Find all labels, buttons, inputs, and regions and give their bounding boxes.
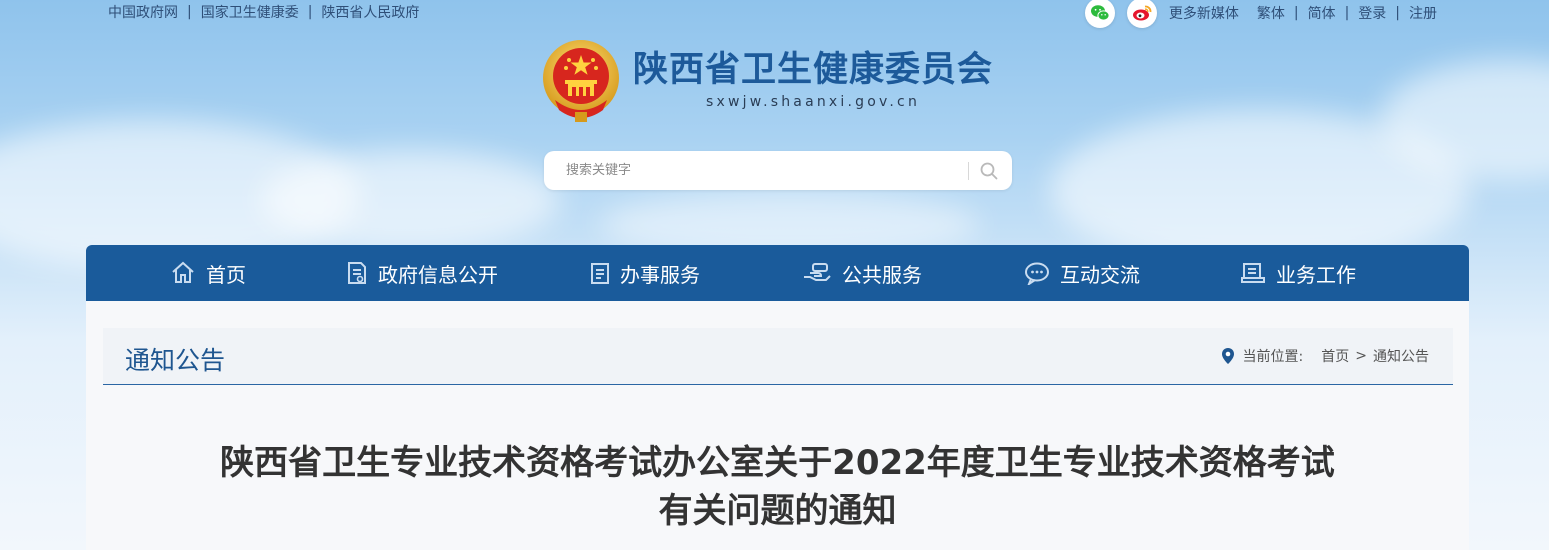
location-label: 当前位置:	[1242, 349, 1304, 365]
top-links: 中国政府网 | 国家卫生健康委 | 陕西省人民政府	[108, 2, 419, 22]
main-nav: 首页 政府信息公开 办事服务 公共服务 互动交流 业务工作	[86, 245, 1469, 301]
document-icon	[348, 262, 366, 284]
nav-home[interactable]: 首页	[170, 245, 246, 301]
separator: |	[1344, 5, 1350, 21]
top-right-bar: 更多新媒体 繁体 | 简体 | 登录 | 注册	[1084, 0, 1437, 28]
traditional-chinese-link[interactable]: 繁体	[1257, 3, 1285, 23]
separator: |	[307, 4, 313, 20]
section-header: 通知公告 当前位置: 首页 > 通知公告	[103, 328, 1453, 385]
clipboard-icon	[591, 263, 609, 284]
more-media-link[interactable]: 更多新媒体	[1169, 3, 1239, 23]
nav-affairs-service[interactable]: 办事服务	[590, 245, 700, 301]
simplified-chinese-link[interactable]: 简体	[1308, 3, 1336, 23]
nav-business-work[interactable]: 业务工作	[1240, 245, 1356, 301]
chat-icon	[1025, 262, 1049, 285]
hand-service-icon	[804, 263, 831, 281]
login-link[interactable]: 登录	[1358, 3, 1386, 23]
search-box	[544, 150, 1012, 191]
register-link[interactable]: 注册	[1409, 3, 1437, 23]
link-nhc[interactable]: 国家卫生健康委	[201, 2, 299, 22]
site-logo[interactable]: 陕西省卫生健康委员会 sxwjw.shaanxi.gov.cn	[541, 38, 993, 124]
home-icon	[172, 261, 194, 283]
separator: |	[187, 4, 192, 20]
link-gov-cn[interactable]: 中国政府网	[108, 2, 178, 22]
search-button[interactable]	[969, 151, 1009, 190]
site-domain: sxwjw.shaanxi.gov.cn	[705, 94, 921, 110]
briefcase-icon	[1241, 263, 1265, 283]
section-title: 通知公告	[125, 346, 226, 375]
search-icon	[980, 162, 998, 179]
nav-public-service[interactable]: 公共服务	[802, 245, 922, 301]
weibo-icon[interactable]	[1126, 0, 1157, 28]
national-emblem-icon	[543, 40, 619, 122]
separator: |	[1395, 5, 1400, 21]
article-title-line2: 有关问题的通知	[658, 491, 897, 531]
nav-label: 首页	[206, 262, 246, 287]
nav-gov-info[interactable]: 政府信息公开	[346, 245, 498, 301]
site-title: 陕西省卫生健康委员会	[633, 49, 994, 90]
breadcrumb: 当前位置: 首页 > 通知公告	[1221, 346, 1429, 366]
article-title: 陕西省卫生专业技术资格考试办公室关于2022年度卫生专业技术资格考试 有关问题的…	[86, 439, 1469, 535]
breadcrumb-home[interactable]: 首页	[1321, 346, 1349, 366]
logo-text: 陕西省卫生健康委员会 sxwjw.shaanxi.gov.cn	[633, 48, 993, 110]
link-shaanxi-gov[interactable]: 陕西省人民政府	[321, 2, 419, 22]
nav-label: 互动交流	[1060, 262, 1140, 287]
search-input[interactable]	[564, 150, 968, 191]
breadcrumb-separator: >	[1355, 348, 1367, 364]
wechat-icon[interactable]	[1084, 0, 1115, 28]
location-pin-icon	[1221, 348, 1234, 364]
nav-label: 业务工作	[1276, 262, 1356, 287]
separator: |	[1293, 5, 1299, 21]
nav-label: 政府信息公开	[378, 262, 498, 287]
nav-interaction[interactable]: 互动交流	[1024, 245, 1140, 301]
nav-label: 公共服务	[842, 262, 922, 287]
nav-label: 办事服务	[620, 262, 700, 287]
content-area: 通知公告 当前位置: 首页 > 通知公告 陕西省卫生专业技术资格考试办公室关于2…	[86, 301, 1469, 550]
article-title-line1: 陕西省卫生专业技术资格考试办公室关于2022年度卫生专业技术资格考试	[220, 443, 1335, 483]
breadcrumb-current[interactable]: 通知公告	[1373, 346, 1429, 366]
